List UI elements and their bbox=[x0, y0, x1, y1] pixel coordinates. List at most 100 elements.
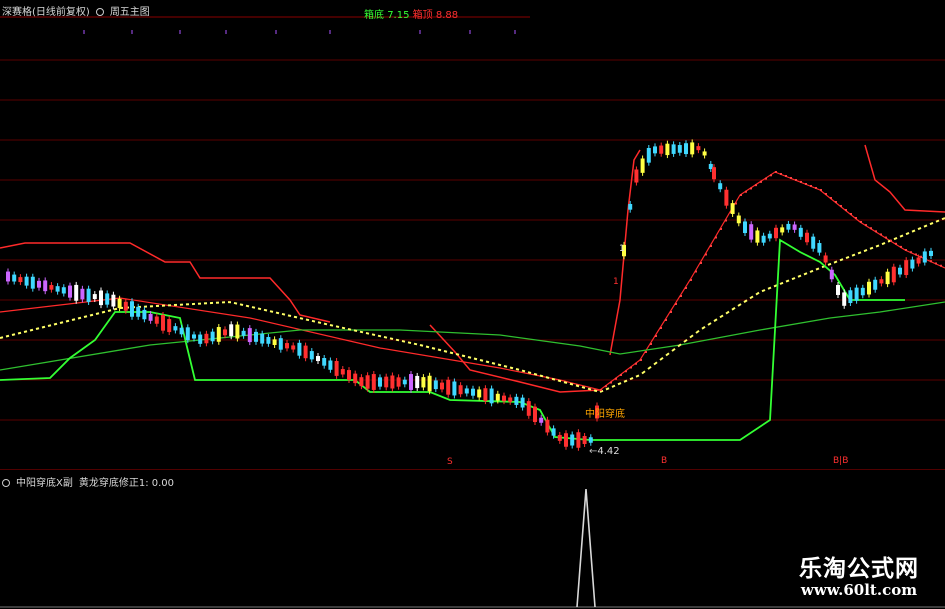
yellow-dash bbox=[95, 312, 100, 315]
yellow-dash bbox=[797, 274, 802, 278]
candle-body bbox=[730, 203, 735, 214]
candle-body bbox=[582, 435, 587, 445]
candle-body bbox=[105, 293, 110, 305]
red-dot bbox=[685, 287, 687, 289]
candle-body bbox=[136, 306, 141, 317]
red-dot bbox=[855, 217, 857, 219]
candle-body bbox=[817, 243, 822, 253]
bottom-marker-a: S bbox=[447, 457, 453, 467]
red-dot bbox=[725, 219, 727, 222]
candle-body bbox=[564, 433, 568, 447]
red-dot bbox=[795, 179, 797, 181]
candle-body bbox=[588, 437, 593, 443]
candle-body bbox=[570, 434, 575, 446]
yellow-dash bbox=[41, 325, 46, 329]
yellow-dash bbox=[335, 325, 340, 328]
red-dot bbox=[700, 262, 702, 264]
yellow-dash bbox=[35, 327, 40, 330]
yellow-dash bbox=[329, 324, 334, 327]
formula-radio-icon[interactable] bbox=[95, 8, 104, 16]
red-dot bbox=[615, 377, 617, 380]
yellow-dash bbox=[473, 357, 478, 361]
candle-body bbox=[514, 396, 519, 405]
yellow-dash bbox=[305, 318, 310, 322]
yellow-dash bbox=[611, 384, 616, 388]
candle-body bbox=[718, 183, 723, 190]
chart-mode-label: 深赛格(日线前复权) bbox=[2, 7, 90, 18]
candle-body bbox=[749, 224, 754, 240]
yellow-dash bbox=[587, 387, 592, 391]
candle-body bbox=[724, 189, 729, 206]
red-dot bbox=[840, 205, 842, 207]
low-price-label: ←4.42 bbox=[589, 446, 620, 457]
yellow-dash bbox=[83, 315, 88, 318]
yellow-dash bbox=[395, 338, 400, 342]
candle-body bbox=[873, 279, 878, 290]
candle-body bbox=[823, 255, 828, 263]
yellow-dash bbox=[815, 267, 820, 271]
yellow-dash bbox=[269, 310, 274, 313]
candle-body bbox=[545, 419, 550, 433]
candle-body bbox=[860, 287, 865, 296]
yellow-dash bbox=[629, 377, 634, 381]
indicator-radio-icon[interactable] bbox=[2, 479, 10, 487]
candle-body bbox=[848, 290, 853, 304]
marker-label-1: 1 bbox=[619, 244, 625, 254]
red-dot bbox=[880, 233, 882, 236]
candle-body bbox=[18, 277, 23, 283]
yellow-dash bbox=[437, 348, 442, 352]
candle-body bbox=[123, 301, 128, 311]
candle-body bbox=[665, 143, 670, 156]
yellow-dash bbox=[431, 347, 436, 350]
yellow-dash bbox=[539, 374, 544, 378]
yellow-dash bbox=[47, 324, 52, 327]
red-dot bbox=[760, 180, 762, 183]
candle-body bbox=[86, 288, 91, 302]
indicator-spike bbox=[576, 488, 596, 608]
yellow-dash bbox=[107, 309, 112, 312]
yellow-dash bbox=[377, 334, 382, 338]
yellow-dash bbox=[581, 386, 586, 389]
red-dot bbox=[790, 177, 792, 179]
red-dot bbox=[800, 181, 802, 183]
watermark-url: www.60lt.com bbox=[800, 581, 918, 600]
yellow-dash bbox=[89, 313, 94, 317]
candle-body bbox=[464, 388, 469, 394]
box-bottom-label: 箱底 bbox=[364, 10, 384, 21]
indicator-name[interactable]: 中阳穿底X副 bbox=[16, 478, 73, 489]
candle-body bbox=[198, 334, 203, 344]
yellow-dash bbox=[665, 352, 670, 357]
red-dot bbox=[810, 185, 812, 187]
red-moving-average bbox=[0, 171, 945, 391]
yellow-dash bbox=[689, 334, 694, 339]
candle-body bbox=[92, 294, 97, 300]
watermark-title: 乐淘公式网 bbox=[799, 555, 919, 582]
yellow-dash bbox=[593, 389, 598, 393]
candle-body bbox=[74, 284, 79, 301]
yellow-dash bbox=[359, 330, 364, 334]
indicator-formula-value: 黄龙穿底修正1: 0.00 bbox=[78, 478, 175, 489]
yellow-dash bbox=[443, 350, 448, 353]
yellow-dash bbox=[287, 314, 292, 318]
yellow-dash bbox=[455, 353, 460, 356]
candle-body bbox=[898, 267, 902, 275]
red-dot bbox=[835, 201, 837, 203]
candlestick-chart[interactable] bbox=[0, 0, 945, 470]
main-chart-pane[interactable]: 深赛格(日线前复权) 周五主图 箱底 7.15 箱顶 8.88 中阳穿底 ←4.4… bbox=[0, 0, 945, 470]
candle-body bbox=[80, 288, 85, 300]
yellow-dash bbox=[653, 361, 658, 366]
candle-body bbox=[798, 227, 803, 237]
yellow-dash bbox=[713, 318, 718, 322]
red-dot bbox=[885, 236, 887, 239]
box-hint: 箱底 7.15 箱顶 8.88 bbox=[364, 6, 458, 21]
yellow-dash bbox=[551, 377, 556, 381]
yellow-dash bbox=[617, 382, 622, 386]
candle-body bbox=[891, 266, 896, 283]
candle-body bbox=[502, 395, 506, 402]
main-formula-name[interactable]: 周五主图 bbox=[110, 7, 150, 18]
candle-body bbox=[111, 294, 116, 307]
candle-body bbox=[684, 143, 688, 155]
red-dot bbox=[915, 253, 917, 256]
candle-body bbox=[677, 145, 682, 153]
candle-body bbox=[409, 374, 413, 390]
